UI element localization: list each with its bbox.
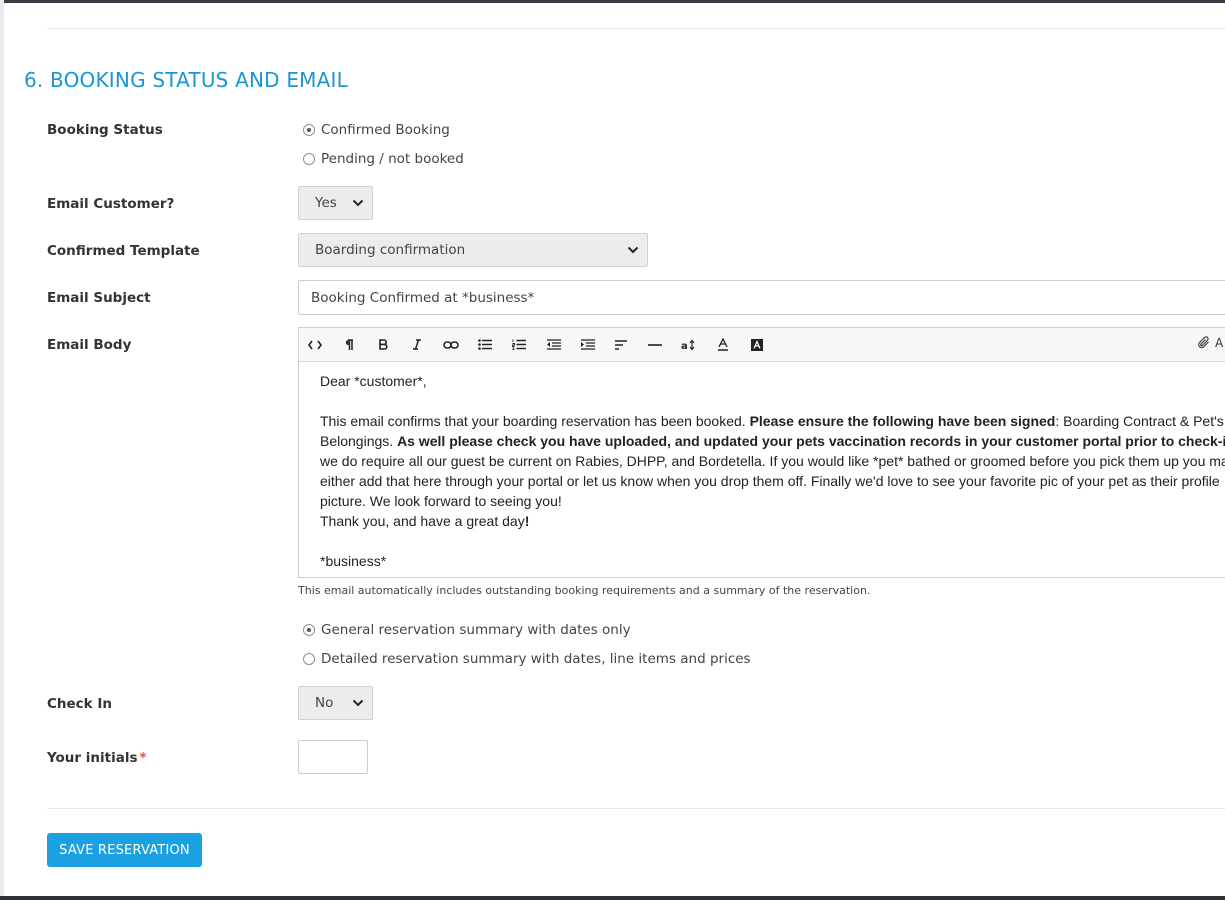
divider-bottom [47, 808, 1225, 809]
font-color-icon[interactable] [713, 336, 733, 353]
email-paragraph-line4: either add that here through your portal… [320, 473, 1220, 489]
chevron-down-icon [352, 199, 364, 207]
confirmed-template-value: Boarding confirmation [315, 242, 466, 258]
radio-unchecked-icon[interactable] [303, 653, 315, 665]
left-edge [0, 0, 4, 900]
unordered-list-icon[interactable] [475, 336, 495, 353]
radio-general-summary[interactable]: General reservation summary with dates o… [303, 622, 631, 638]
email-subject-value: Booking Confirmed at *business* [311, 289, 535, 306]
email-paragraph-line2: Belongings. As well please check you hav… [320, 433, 1225, 449]
email-body-content[interactable]: Dear *customer*, This email confirms tha… [320, 371, 1225, 571]
svg-text:a: a [681, 341, 688, 351]
email-subject-label: Email Subject [47, 290, 151, 306]
confirmed-template-select[interactable]: Boarding confirmation [298, 233, 648, 267]
attach-file-button[interactable]: A [1197, 336, 1223, 350]
email-thanks: Thank you, and have a great day! [320, 513, 530, 529]
chevron-down-icon [627, 246, 639, 254]
radio-pending-label[interactable]: Pending / not booked [321, 151, 464, 167]
ordered-list-icon[interactable] [509, 336, 529, 353]
radio-general-summary-label[interactable]: General reservation summary with dates o… [321, 622, 631, 638]
radio-confirmed-booking[interactable]: Confirmed Booking [303, 122, 450, 138]
radio-pending[interactable]: Pending / not booked [303, 151, 464, 167]
paperclip-icon [1198, 336, 1209, 349]
booking-status-label: Booking Status [47, 122, 163, 138]
divider-top [47, 28, 1225, 29]
email-customer-label: Email Customer? [47, 196, 175, 212]
check-in-label: Check In [47, 696, 112, 712]
required-asterisk: * [139, 750, 147, 766]
chevron-down-icon [352, 699, 364, 707]
radio-checked-icon[interactable] [303, 624, 315, 636]
radio-checked-icon[interactable] [303, 124, 315, 136]
email-paragraph-line5: picture. We look forward to seeing you! [320, 493, 562, 509]
link-icon[interactable] [441, 336, 461, 353]
email-body-label: Email Body [47, 337, 132, 353]
radio-detailed-summary[interactable]: Detailed reservation summary with dates,… [303, 651, 751, 667]
font-size-icon[interactable]: a [679, 336, 699, 353]
italic-icon[interactable] [407, 336, 427, 353]
indent-icon[interactable] [577, 336, 597, 353]
radio-confirmed-label[interactable]: Confirmed Booking [321, 122, 450, 138]
align-icon[interactable] [611, 336, 631, 353]
save-reservation-button[interactable]: SAVE RESERVATION [47, 833, 202, 867]
horizontal-rule-icon[interactable] [645, 336, 665, 353]
radio-unchecked-icon[interactable] [303, 153, 315, 165]
section-title: 6. BOOKING STATUS AND EMAIL [24, 68, 348, 92]
email-body-editor[interactable]: a A Dear *customer*, This email confirms… [298, 327, 1225, 578]
attach-label: A [1215, 336, 1224, 350]
bold-icon[interactable] [373, 336, 393, 353]
window-bottom-edge [0, 896, 1225, 900]
email-subject-input[interactable]: Booking Confirmed at *business* [298, 280, 1225, 315]
check-in-select[interactable]: No [298, 686, 373, 720]
code-view-icon[interactable] [305, 336, 325, 353]
window-top-edge [0, 0, 1225, 3]
email-customer-select[interactable]: Yes [298, 186, 373, 220]
paragraph-format-icon[interactable] [339, 336, 359, 353]
check-in-value: No [315, 695, 334, 711]
helper-text: This email automatically includes outsta… [298, 584, 871, 597]
email-paragraph-line1: This email confirms that your boarding r… [320, 413, 1224, 429]
editor-toolbar: a A [299, 328, 1225, 362]
email-customer-value: Yes [315, 195, 337, 211]
initials-label: Your initials * [47, 750, 147, 766]
email-signoff: *business* [320, 553, 387, 569]
email-paragraph-line3: we do require all our guest be current o… [320, 453, 1225, 469]
radio-detailed-summary-label[interactable]: Detailed reservation summary with dates,… [321, 651, 751, 667]
outdent-icon[interactable] [543, 336, 563, 353]
background-color-icon[interactable] [747, 336, 767, 353]
email-greeting: Dear *customer*, [320, 373, 427, 389]
confirmed-template-label: Confirmed Template [47, 243, 200, 259]
initials-input[interactable] [298, 740, 368, 774]
